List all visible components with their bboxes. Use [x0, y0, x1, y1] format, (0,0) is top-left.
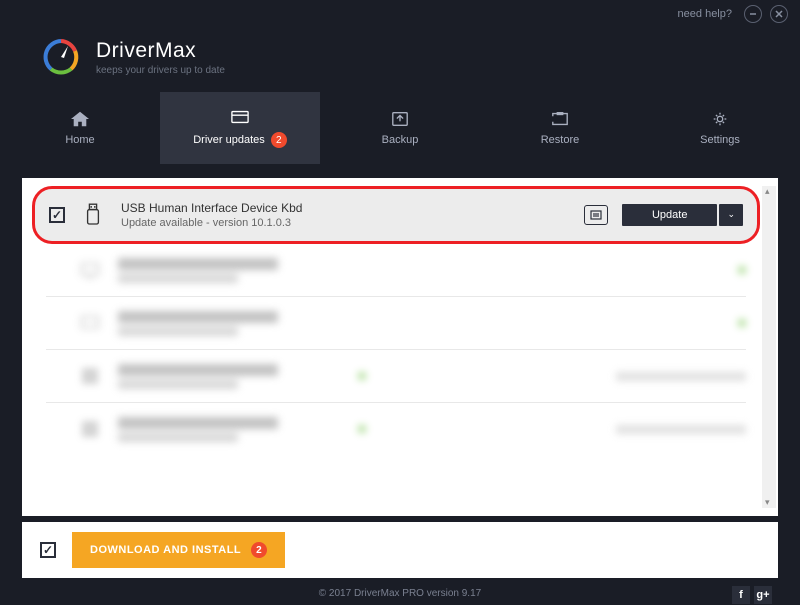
driver-status: Update available - version 10.1.0.3	[121, 217, 570, 229]
help-link[interactable]: need help?	[678, 8, 732, 20]
update-button[interactable]: Update	[622, 204, 717, 226]
checkbox[interactable]	[49, 207, 65, 223]
main-nav: Home Driver updates 2 Backup Restore Set…	[0, 92, 800, 164]
copyright: © 2017 DriverMax PRO version 9.17	[319, 588, 481, 599]
driver-list: USB Human Interface Device Kbd Update av…	[22, 178, 778, 516]
driver-row: Intel Device	[32, 350, 760, 402]
nav-label: Backup	[382, 134, 419, 146]
driver-row-highlighted: USB Human Interface Device Kbd Update av…	[32, 186, 760, 244]
backup-icon	[389, 110, 411, 128]
status-dot	[358, 425, 366, 433]
settings-icon	[709, 110, 731, 128]
monitor-icon	[76, 256, 104, 284]
titlebar: need help?	[0, 0, 800, 28]
install-label: DOWNLOAD AND INSTALL	[90, 544, 241, 556]
app-subtitle: keeps your drivers up to date	[96, 65, 225, 76]
driver-row: NVIDIA GeForce 210	[32, 244, 760, 296]
footer: © 2017 DriverMax PRO version 9.17 f g+	[0, 578, 800, 605]
home-icon	[69, 110, 91, 128]
details-button[interactable]	[584, 205, 608, 225]
nav-settings[interactable]: Settings	[640, 92, 800, 164]
app-title: DriverMax	[96, 39, 225, 63]
content-panel: USB Human Interface Device Kbd Update av…	[22, 178, 778, 516]
status-dot	[358, 372, 366, 380]
windows-icon	[76, 415, 104, 443]
nav-label: Home	[65, 134, 94, 146]
install-badge: 2	[251, 542, 267, 558]
update-dropdown[interactable]: ⌄	[719, 204, 743, 226]
status-dot	[738, 319, 746, 327]
bottom-bar: DOWNLOAD AND INSTALL 2	[22, 522, 778, 578]
close-button[interactable]	[770, 5, 788, 23]
facebook-button[interactable]: f	[732, 586, 750, 604]
download-install-button[interactable]: DOWNLOAD AND INSTALL 2	[72, 532, 285, 568]
nav-label: Restore	[541, 134, 580, 146]
nav-label: Settings	[700, 134, 740, 146]
usb-icon	[79, 201, 107, 229]
nav-backup[interactable]: Backup	[320, 92, 480, 164]
nav-home[interactable]: Home	[0, 92, 160, 164]
status-dot	[738, 266, 746, 274]
nav-driver-updates[interactable]: Driver updates 2	[160, 92, 320, 164]
nav-restore[interactable]: Restore	[480, 92, 640, 164]
nav-label: Driver updates	[193, 134, 265, 146]
windows-icon	[76, 362, 104, 390]
logo-icon	[40, 36, 82, 78]
updates-badge: 2	[271, 132, 287, 148]
driver-row: High Definition Audio Device	[32, 297, 760, 349]
app-header: DriverMax keeps your drivers up to date	[0, 28, 800, 92]
audio-icon	[76, 309, 104, 337]
scrollbar[interactable]	[762, 186, 776, 508]
minimize-button[interactable]	[744, 5, 762, 23]
driver-row: Intel(R) 82801 PCI Bridge - 244E	[32, 403, 760, 455]
select-all-checkbox[interactable]	[40, 542, 56, 558]
updates-icon	[229, 108, 251, 126]
googleplus-button[interactable]: g+	[754, 586, 772, 604]
restore-icon	[549, 110, 571, 128]
driver-name: USB Human Interface Device Kbd	[121, 201, 570, 215]
